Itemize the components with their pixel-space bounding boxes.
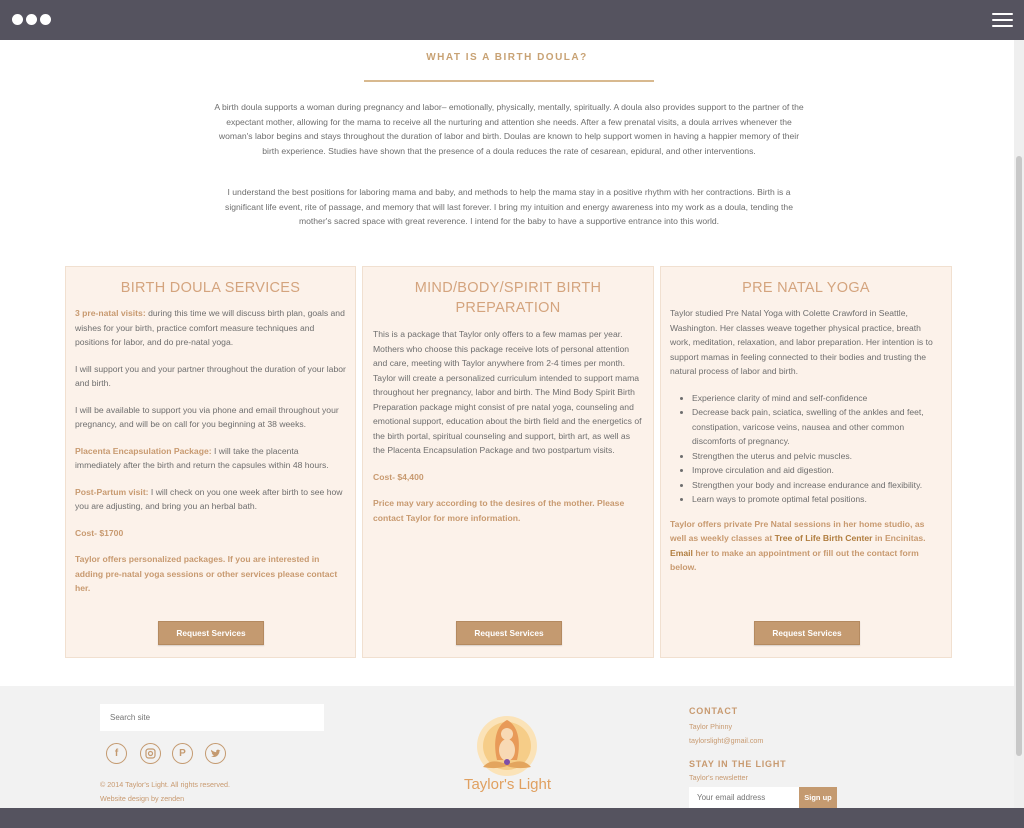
card-note: Taylor offers personalized packages. If … (75, 554, 338, 593)
card-paragraph: I will be available to support you via p… (75, 404, 339, 430)
service-card-prenatal-yoga: PRE NATAL YOGA Taylor studied Pre Natal … (660, 266, 952, 658)
signup-button[interactable]: Sign up (799, 787, 837, 808)
newsletter-subtitle: Taylor's newsletter (689, 773, 748, 782)
title-divider (364, 80, 654, 82)
card-paragraph: Post-Partum visit: I will check on you o… (75, 486, 343, 512)
card-note: Price may vary according to the desires … (373, 498, 625, 523)
scrollbar-thumb[interactable] (1016, 156, 1022, 756)
hamburger-menu-icon[interactable] (992, 13, 1013, 27)
contact-heading: CONTACT (689, 706, 738, 716)
newsletter-heading: STAY IN THE LIGHT (689, 759, 787, 769)
browser-top-bar (0, 0, 1024, 40)
card-title: BIRTH DOULA SERVICES (120, 280, 301, 296)
copyright: © 2014 Taylor's Light. All rights reserv… (100, 780, 230, 789)
list-item: Learn ways to promote optimal fetal posi… (692, 492, 942, 507)
card-note: Taylor offers private Pre Natal sessions… (670, 518, 926, 573)
pinterest-icon[interactable]: P (172, 743, 193, 764)
card-paragraph: This is a package that Taylor only offer… (373, 329, 642, 455)
tree-of-life-link[interactable]: Tree of Life Birth Center (775, 533, 873, 543)
newsletter-email-input[interactable] (689, 787, 799, 808)
contact-email-link[interactable]: taylorslight@gmail.com (689, 736, 763, 745)
service-card-mind-body-spirit: MIND/BODY/SPIRIT BIRTH PREPARATION This … (362, 266, 654, 658)
facebook-icon[interactable]: f (106, 743, 127, 764)
request-services-button[interactable]: Request Services (158, 621, 264, 645)
request-services-button[interactable]: Request Services (456, 621, 562, 645)
card-paragraph: Placenta Encapsulation Package: I will t… (75, 445, 329, 471)
browser-bottom-bar (0, 808, 1024, 828)
placenta-package-label: Placenta Encapsulation Package: (75, 445, 212, 456)
instagram-icon[interactable] (140, 743, 161, 764)
scrollbar[interactable] (1014, 40, 1024, 808)
request-services-button[interactable]: Request Services (754, 621, 860, 645)
list-item: Experience clarity of mind and self-conf… (692, 391, 942, 406)
email-link[interactable]: Email (670, 548, 693, 558)
service-card-birth-doula: BIRTH DOULA SERVICES 3 pre-natal visits:… (65, 266, 356, 658)
prenatal-visits-label: 3 pre-natal visits: (75, 308, 146, 318)
window-dot-icon (26, 14, 37, 25)
card-title: PRE NATAL YOGA (742, 280, 870, 296)
site-footer: f P © 2014 Taylor's Light. All rights re… (0, 686, 1014, 808)
contact-name: Taylor Phinny (689, 722, 733, 731)
list-item: Strengthen the uterus and pelvic muscles… (692, 449, 942, 464)
card-paragraph: 3 pre-natal visits: during this time we … (75, 308, 345, 347)
window-dot-icon (12, 14, 23, 25)
card-paragraph: Taylor studied Pre Natal Yoga with Colet… (670, 308, 933, 376)
card-cost: Cost- $4,400 (373, 471, 424, 482)
intro-paragraph: A birth doula supports a woman during pr… (214, 102, 804, 156)
twitter-icon[interactable] (205, 743, 226, 764)
benefits-list: Experience clarity of mind and self-conf… (670, 391, 942, 507)
intro-paragraph: I understand the best positions for labo… (225, 187, 793, 226)
list-item: Decrease back pain, sciatica, swelling o… (692, 405, 942, 449)
card-cost: Cost- $1700 (75, 527, 124, 538)
brand-name: Taylor's Light (463, 776, 552, 793)
postpartum-visit-label: Post-Partum visit: (75, 486, 149, 497)
card-paragraph: I will support you and your partner thro… (75, 363, 346, 389)
list-item: Improve circulation and aid digestion. (692, 463, 942, 478)
window-dot-icon (40, 14, 51, 25)
designer-credit-link[interactable]: Website design by zenden (100, 794, 184, 803)
list-item: Strengthen your body and increase endura… (692, 478, 942, 493)
search-input[interactable] (100, 704, 324, 731)
taylors-light-logo (477, 716, 537, 776)
intro-title: WHAT IS A BIRTH DOULA? (426, 52, 588, 63)
card-title: MIND/BODY/SPIRIT BIRTH PREPARATION (414, 280, 602, 316)
